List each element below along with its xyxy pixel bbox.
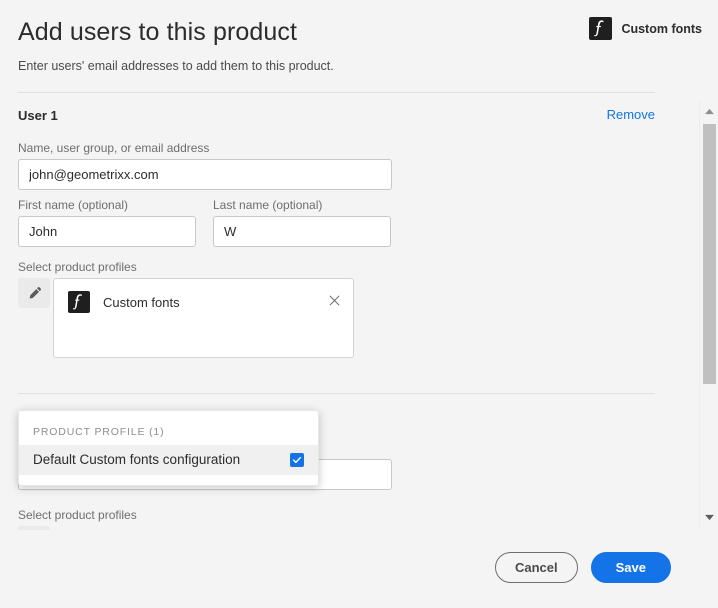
close-icon[interactable] xyxy=(326,292,342,308)
product-tag-label: Custom fonts xyxy=(103,294,180,310)
cancel-button[interactable]: Cancel xyxy=(494,552,578,583)
user-1-title: User 1 xyxy=(18,108,58,123)
product-badge-label: Custom fonts xyxy=(621,21,702,36)
user-1-first-name-input[interactable] xyxy=(18,216,196,247)
checkbox-checked-icon[interactable] xyxy=(290,452,304,467)
product-badge: Custom fonts xyxy=(589,17,702,40)
custom-fonts-integral-icon xyxy=(68,291,90,313)
user-1-profile-row: Custom fonts xyxy=(18,278,354,358)
caret-up-icon[interactable] xyxy=(700,103,718,120)
product-profile-dropdown: PRODUCT PROFILE (1) Default Custom fonts… xyxy=(18,410,319,486)
user-1-profile-field[interactable]: Custom fonts xyxy=(53,278,354,358)
divider-between-users xyxy=(18,393,655,394)
user-1-identity-input[interactable] xyxy=(18,159,392,190)
scrollbar-thumb[interactable] xyxy=(703,124,716,384)
user-1-first-name-label: First name (optional) xyxy=(18,198,129,212)
footer-bar: Cancel Save xyxy=(0,530,718,608)
user-1-last-name-input[interactable] xyxy=(213,216,391,247)
user-1-identity-label: Name, user group, or email address xyxy=(18,141,210,155)
remove-user-1-link[interactable]: Remove xyxy=(607,107,655,122)
dropdown-section-header: PRODUCT PROFILE (1) xyxy=(33,426,165,438)
vertical-scrollbar[interactable] xyxy=(699,100,718,530)
user-2-profiles-label: Select product profiles xyxy=(18,508,137,522)
dropdown-item-default-config[interactable]: Default Custom fonts configuration xyxy=(19,445,318,475)
save-button[interactable]: Save xyxy=(590,552,671,583)
page-subtitle: Enter users' email addresses to add them… xyxy=(18,59,334,73)
page-header: Add users to this product Enter users' e… xyxy=(0,0,718,92)
product-tag-custom-fonts: Custom fonts xyxy=(68,291,180,313)
user-1-profiles-label: Select product profiles xyxy=(18,260,137,274)
footer-actions: Cancel Save xyxy=(494,552,671,583)
users-scroll-region: User 1 Remove Name, user group, or email… xyxy=(0,92,718,530)
pencil-icon[interactable] xyxy=(18,278,50,308)
dropdown-item-label: Default Custom fonts configuration xyxy=(33,452,241,467)
divider-top xyxy=(18,92,655,93)
caret-down-icon[interactable] xyxy=(700,509,718,526)
custom-fonts-integral-icon xyxy=(589,17,613,40)
user-1-last-name-label: Last name (optional) xyxy=(213,198,323,212)
page-title: Add users to this product xyxy=(18,18,298,46)
